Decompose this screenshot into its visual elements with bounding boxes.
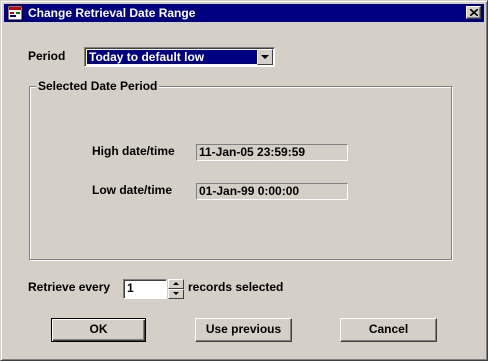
retrieve-count-input[interactable]: 1 bbox=[123, 279, 167, 299]
group-title: Selected Date Period bbox=[36, 79, 160, 93]
date-period-group bbox=[29, 86, 452, 260]
period-selected-value: Today to default low bbox=[86, 49, 258, 65]
high-date-label: High date/time bbox=[92, 144, 175, 158]
app-icon bbox=[7, 5, 23, 21]
ok-button[interactable]: OK bbox=[51, 318, 146, 342]
records-selected-label: records selected bbox=[188, 280, 284, 294]
spin-down-button[interactable] bbox=[168, 289, 184, 299]
window-title: Change Retrieval Date Range bbox=[28, 6, 196, 20]
close-button[interactable] bbox=[466, 6, 481, 19]
period-dropdown-button[interactable] bbox=[257, 49, 273, 65]
use-previous-button[interactable]: Use previous bbox=[195, 318, 292, 342]
high-date-value: 11-Jan-05 23:59:59 bbox=[196, 144, 348, 161]
period-label: Period bbox=[28, 49, 66, 63]
low-date-value: 01-Jan-99 0:00:00 bbox=[196, 183, 348, 200]
cancel-button[interactable]: Cancel bbox=[340, 318, 437, 342]
spin-up-button[interactable] bbox=[168, 279, 184, 289]
period-dropdown[interactable]: Today to default low bbox=[84, 47, 275, 67]
dialog-window: Change Retrieval Date Range Period Today… bbox=[0, 0, 488, 361]
retrieve-every-label: Retrieve every bbox=[28, 280, 111, 294]
title-bar[interactable]: Change Retrieval Date Range bbox=[4, 4, 484, 22]
low-date-label: Low date/time bbox=[92, 183, 173, 197]
